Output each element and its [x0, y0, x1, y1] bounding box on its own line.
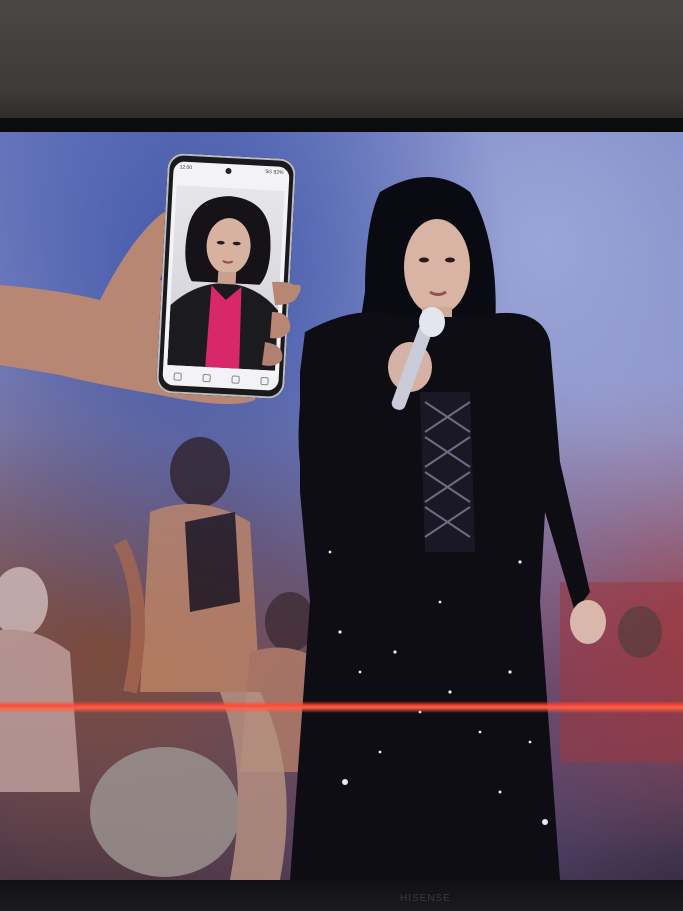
- phone-status-bar: 12:00 5G 92%: [173, 161, 290, 181]
- phone-screen[interactable]: 12:00 5G 92%: [162, 161, 290, 391]
- phone-nav-bar: [162, 367, 279, 391]
- hand-layer: [0, 208, 301, 404]
- nav-home-icon[interactable]: [172, 372, 182, 381]
- photo-portrait: [167, 196, 279, 371]
- photo-scene: HISENSE 12:00 5G 92%: [0, 0, 683, 911]
- nav-search-icon[interactable]: [201, 373, 211, 383]
- smartphone[interactable]: 12:00 5G 92%: [155, 152, 297, 400]
- status-signal: 5G 92%: [265, 168, 284, 176]
- nav-profile-icon[interactable]: [259, 376, 269, 386]
- phone-photo[interactable]: [167, 185, 285, 371]
- nav-library-icon[interactable]: [230, 375, 240, 384]
- status-time: 12:00: [179, 164, 193, 172]
